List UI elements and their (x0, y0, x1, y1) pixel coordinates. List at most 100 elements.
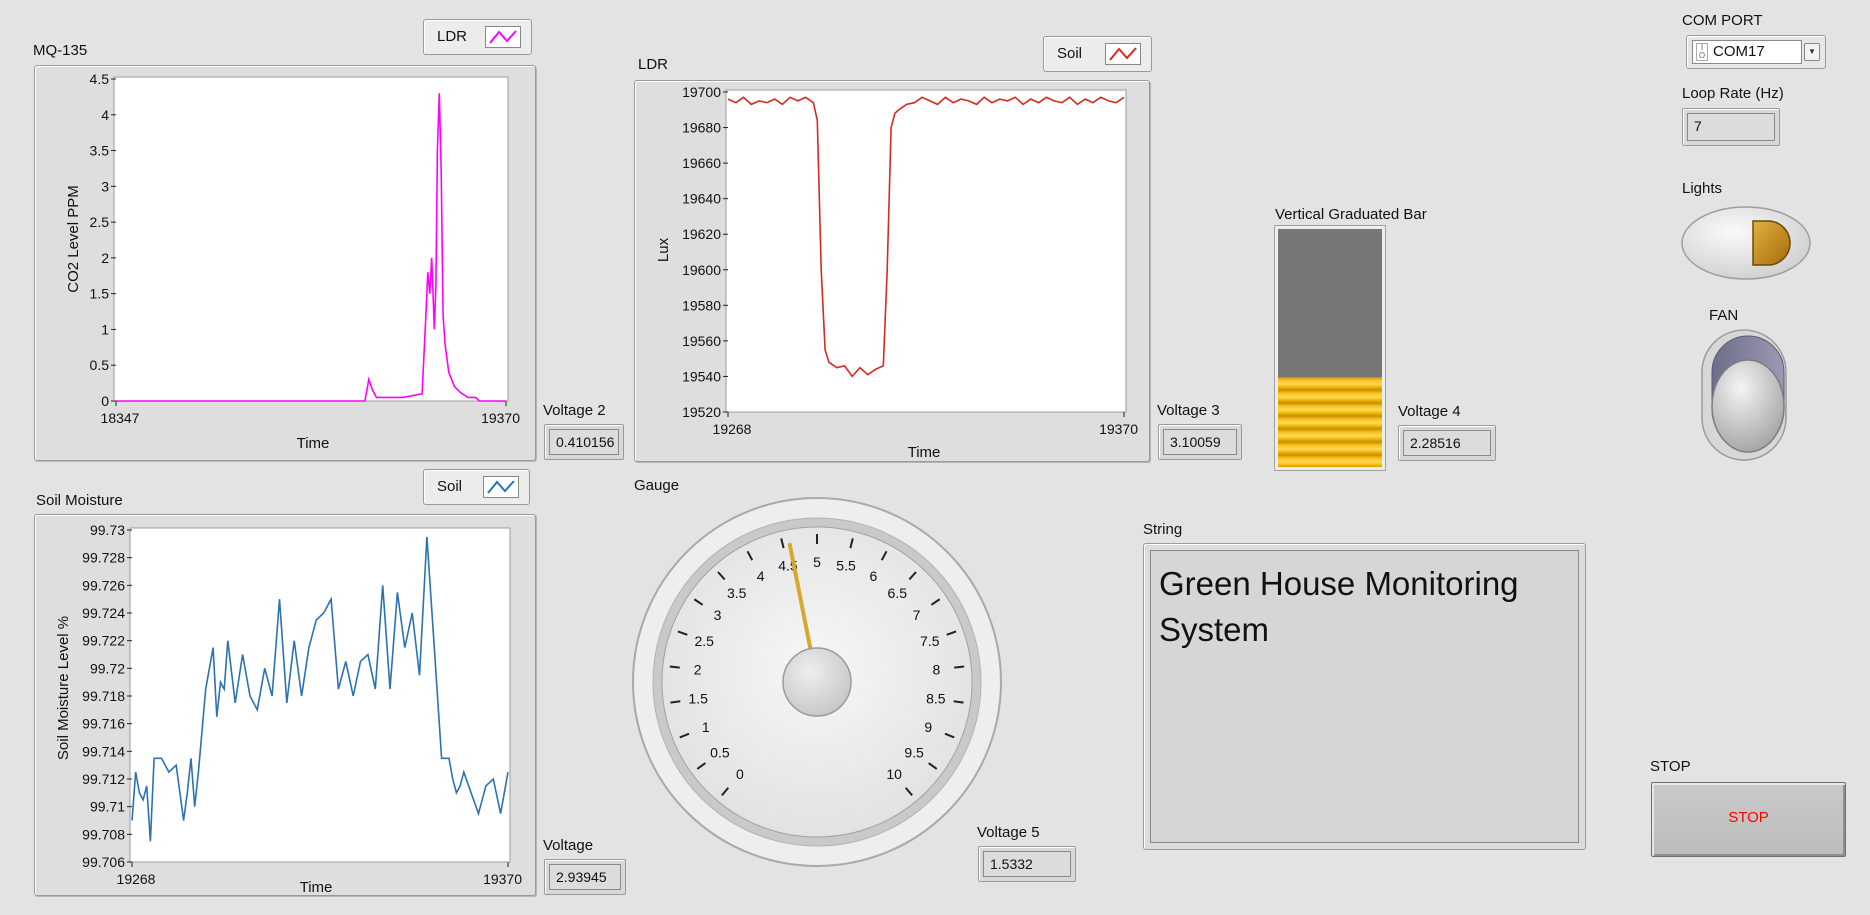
voltage2-label: Voltage 2 (543, 402, 606, 419)
mq135-ytick-label: 3 (101, 178, 109, 194)
stop-button[interactable]: STOP (1651, 782, 1846, 857)
mq135-xtick-label: 19370 (481, 410, 520, 426)
mq135-ytick-label: 0.5 (90, 357, 110, 373)
soil-ytick-label: 99.708 (82, 826, 125, 842)
gauge-tick-mark (669, 665, 680, 669)
legend-label: LDR (437, 28, 468, 45)
ldr-ytick-label: 19540 (682, 368, 721, 384)
gauge-tick-mark (670, 700, 681, 704)
gauge-tick-label: 8 (932, 661, 940, 677)
mq135-graph: 0 0.5 1 1.5 2 2.5 3 3.5 4 4.5 18347 19370 Time CO2… (65, 71, 520, 452)
ldr-ytick-label: 19580 (682, 297, 721, 313)
line-plot-icon (1105, 43, 1141, 65)
gauge-tick-label: 3.5 (727, 585, 747, 601)
mq135-graph-title: MQ-135 (33, 42, 88, 59)
line-plot-icon (485, 26, 521, 48)
com-port-label: COM PORT (1682, 12, 1763, 29)
com-port-field[interactable]: IO COM17 (1692, 40, 1802, 64)
voltage4-label: Voltage 4 (1398, 403, 1461, 420)
ldr-ylabel: Lux (655, 237, 672, 262)
fan-toggle-switch[interactable] (1698, 326, 1793, 466)
com-port-control[interactable]: IO COM17 ▼ (1686, 35, 1826, 69)
mq135-ytick-label: 1 (101, 321, 109, 337)
stop-label: STOP (1650, 758, 1691, 775)
line-plot-icon (483, 476, 519, 498)
lights-label: Lights (1682, 180, 1723, 197)
ldr-graph-title: LDR (638, 56, 669, 73)
mq135-xlabel: Time (297, 435, 330, 452)
loop-rate-indicator: 7 (1682, 108, 1780, 146)
voltage-label: Voltage (543, 837, 594, 854)
mq135-ytick-label: 4 (101, 107, 109, 123)
gauge[interactable]: 00.511.522.533.544.5 5 5.566.577.588.599.5… (630, 495, 1005, 870)
voltage4-value: 2.28516 (1403, 430, 1491, 456)
ldr-graph: 19520 19540 19560 19580 19600 19620 19640 19660… (655, 84, 1138, 461)
soil-graph-title: Soil Moisture (36, 492, 123, 509)
soil-ytick-label: 99.712 (82, 771, 125, 787)
ldr-xtick-label: 19268 (713, 421, 752, 437)
fan-knob (1711, 359, 1785, 453)
gauge-tick-label: 0.5 (710, 745, 730, 761)
soil-ytick-label: 99.714 (82, 743, 125, 759)
ldr-ytick-label: 19600 (682, 262, 721, 278)
soil-ytick-label: 99.71 (90, 799, 125, 815)
voltage-indicator: 2.93945 (544, 859, 626, 895)
soil-legend[interactable]: Soil (423, 469, 530, 505)
voltage-value: 2.93945 (549, 864, 621, 890)
soil-ytick-label: 99.726 (82, 577, 125, 593)
ldr-xlabel: Time (908, 444, 941, 461)
legend-label: Soil (437, 478, 463, 495)
soil-ytick-label: 99.716 (82, 716, 125, 732)
string-value: Green House Monitoring System (1159, 565, 1519, 648)
gauge-tick-mark (953, 700, 964, 704)
ldr-ytick-label: 19660 (682, 155, 721, 171)
gauge-tick-label: 9 (924, 719, 932, 735)
chevron-down-icon[interactable]: ▼ (1804, 43, 1820, 61)
mq135-legend[interactable]: LDR (423, 19, 532, 55)
soil-ylabel: Soil Moisture Level % (55, 616, 72, 760)
mq135-ytick-label: 0 (101, 393, 109, 409)
mq135-ytick-label: 3.5 (90, 143, 110, 159)
soil-ytick-label: 99.72 (90, 660, 125, 676)
gauge-tick-label: 0 (736, 766, 744, 782)
string-indicator: Green House Monitoring System (1150, 550, 1579, 843)
lights-indicator (1681, 206, 1811, 280)
gauge-tick-label: 1.5 (688, 691, 708, 707)
soil-ytick-label: 99.728 (82, 550, 125, 566)
soil-ytick-label: 99.718 (82, 688, 125, 704)
io-resource-icon: IO (1696, 43, 1708, 61)
voltage3-label: Voltage 3 (1157, 402, 1220, 419)
soil-graph: 99.706 99.708 99.71 99.712 99.714 99.716 99.71… (55, 522, 522, 896)
bar-fill (1278, 376, 1382, 467)
bar-label: Vertical Graduated Bar (1275, 206, 1427, 223)
ldr-legend[interactable]: Soil (1043, 36, 1152, 72)
soil-ytick-label: 99.724 (82, 605, 125, 621)
soil-xtick-label: 19370 (483, 871, 522, 887)
soil-xtick-label: 19268 (117, 871, 156, 887)
voltage3-indicator: 3.10059 (1158, 424, 1242, 460)
soil-ytick-label: 99.73 (90, 522, 125, 538)
ldr-ytick-label: 19680 (682, 120, 721, 136)
ldr-ytick-label: 19620 (682, 226, 721, 242)
gauge-tick-label: 2.5 (695, 633, 715, 649)
gauge-tick-label: 6 (869, 568, 877, 584)
string-indicator-frame: Green House Monitoring System (1143, 543, 1586, 850)
mq135-ytick-label: 2 (101, 250, 109, 266)
com-port-value: COM17 (1713, 43, 1765, 60)
legend-label: Soil (1057, 45, 1083, 62)
gauge-tick-label: 7 (913, 607, 921, 623)
mq135-ytick-label: 4.5 (90, 71, 110, 87)
gauge-tick-label: 2 (694, 661, 702, 677)
gauge-tick-label: 5 (813, 554, 821, 570)
gauge-tick-label: 5.5 (836, 558, 856, 574)
voltage2-value: 0.410156 (549, 429, 619, 455)
soil-ytick-label: 99.706 (82, 854, 125, 870)
gauge-tick-label: 9.5 (904, 745, 924, 761)
gauge-tick-label: 6.5 (888, 585, 908, 601)
voltage3-value: 3.10059 (1163, 429, 1237, 455)
mq135-ytick-label: 2.5 (90, 214, 110, 230)
ldr-xtick-label: 19370 (1099, 421, 1138, 437)
gauge-tick-label: 7.5 (920, 633, 940, 649)
mq135-xtick-label: 18347 (101, 410, 140, 426)
gauge-label: Gauge (634, 477, 680, 494)
